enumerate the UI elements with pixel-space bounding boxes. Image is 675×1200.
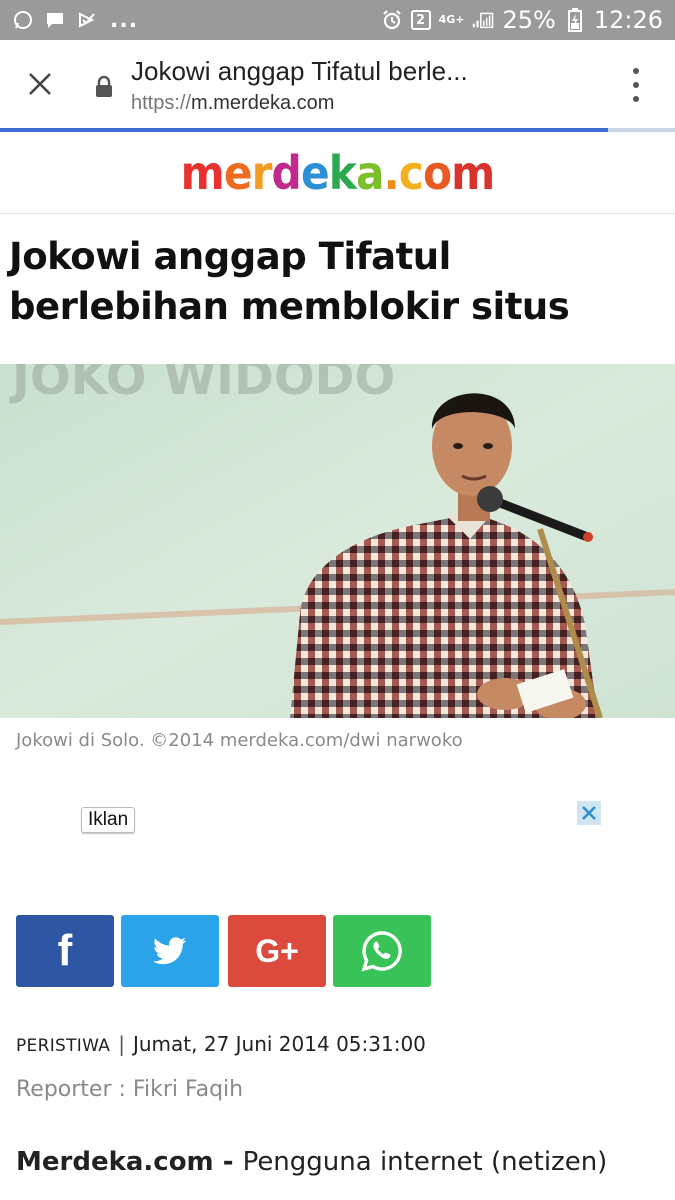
lead-dash: - bbox=[213, 1147, 243, 1177]
menu-dot-icon bbox=[633, 96, 639, 102]
whatsapp-notification-icon bbox=[12, 9, 34, 31]
twitter-icon bbox=[153, 937, 187, 965]
more-notifications-indicator: ... bbox=[110, 7, 139, 33]
article-category[interactable]: PERISTIWA bbox=[16, 1036, 110, 1056]
logo-letter: m bbox=[180, 145, 225, 200]
backdrop-text: JOKO WIDODO bbox=[9, 364, 395, 406]
article-reporter: Reporter : Fikri Faqih bbox=[16, 1077, 244, 1102]
url-scheme: https:// bbox=[131, 92, 192, 114]
article-photo[interactable]: JOKO WIDODO bbox=[0, 364, 675, 718]
status-bar: ... 2 4G+ 25% 12:26 bbox=[0, 0, 675, 40]
close-icon bbox=[582, 806, 596, 820]
share-facebook-button[interactable]: f bbox=[16, 915, 114, 987]
logo-letter: r bbox=[251, 145, 273, 200]
battery-percent: 25% bbox=[502, 6, 556, 34]
url-bar[interactable]: https://m.merdeka.com bbox=[131, 92, 334, 115]
logo-letter: o bbox=[422, 145, 452, 200]
message-notification-icon bbox=[44, 9, 66, 31]
google-plus-icon: G+ bbox=[255, 932, 299, 969]
page-title[interactable]: Jokowi anggap Tifatul berle... bbox=[131, 56, 551, 87]
lead-source: Merdeka.com bbox=[16, 1147, 214, 1177]
share-twitter-button[interactable] bbox=[121, 915, 219, 987]
network-type: 4G+ bbox=[438, 13, 465, 26]
share-whatsapp-button[interactable] bbox=[333, 915, 431, 987]
logo-letter: c bbox=[398, 145, 424, 200]
facebook-icon: f bbox=[57, 926, 73, 975]
menu-dot-icon bbox=[633, 68, 639, 74]
alarm-icon bbox=[381, 9, 403, 31]
clock: 12:26 bbox=[593, 6, 663, 34]
article-lead: Merdeka.com - Pengguna internet (netizen… bbox=[16, 1147, 666, 1177]
share-google-plus-button[interactable]: G+ bbox=[228, 915, 326, 987]
signal-icon bbox=[472, 9, 494, 31]
url-host: m.merdeka.com bbox=[191, 92, 335, 114]
notification-icons: ... bbox=[12, 8, 138, 33]
whatsapp-icon bbox=[361, 931, 402, 972]
logo-letter: e bbox=[300, 145, 330, 200]
merdeka-logo[interactable]: merdeka.com bbox=[180, 145, 496, 200]
photo-caption: Jokowi di Solo. ©2014 merdeka.com/dwi na… bbox=[16, 730, 463, 751]
logo-letter: m bbox=[451, 145, 495, 200]
ad-label[interactable]: Iklan bbox=[81, 807, 136, 833]
site-header: merdeka.com bbox=[0, 132, 675, 214]
system-icons: 2 4G+ 25% 12:26 bbox=[381, 6, 663, 34]
close-tab-button[interactable] bbox=[22, 66, 58, 102]
menu-dot-icon bbox=[633, 82, 639, 88]
logo-letter: a bbox=[355, 145, 385, 200]
logo-letter: d bbox=[271, 145, 302, 200]
article-datetime: Jumat, 27 Juni 2014 05:31:00 bbox=[132, 1032, 426, 1056]
battery-charging-icon bbox=[564, 8, 586, 32]
article-headline: Jokowi anggap Tifatul berlebihan memblok… bbox=[9, 235, 570, 328]
article-meta: PERISTIWA | Jumat, 27 Juni 2014 05:31:00 bbox=[16, 1032, 426, 1056]
lock-icon[interactable] bbox=[94, 75, 114, 97]
logo-letter: e bbox=[223, 145, 253, 200]
browser-toolbar: Jokowi anggap Tifatul berle... https://m… bbox=[0, 40, 675, 128]
ad-close-button[interactable] bbox=[577, 801, 601, 825]
logo-letter: . bbox=[383, 145, 400, 200]
logo-letter: k bbox=[328, 145, 357, 200]
sim-badge: 2 bbox=[410, 10, 431, 30]
lead-text: Pengguna internet (netizen) bbox=[242, 1147, 608, 1177]
photo-illustration: JOKO WIDODO bbox=[0, 364, 675, 718]
overflow-menu-button[interactable] bbox=[628, 68, 644, 102]
check-notification-icon bbox=[76, 9, 98, 31]
close-icon bbox=[29, 73, 51, 95]
meta-separator: | bbox=[118, 1032, 125, 1056]
